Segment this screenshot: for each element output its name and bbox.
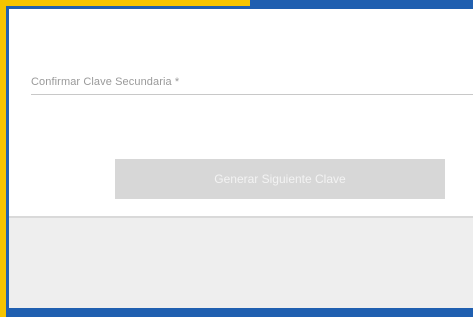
window-frame: Confirmar Clave Secundaria * Generar Sig… [0,0,473,317]
content-panel: Confirmar Clave Secundaria * Generar Sig… [9,9,473,308]
generate-next-key-button[interactable]: Generar Siguiente Clave [115,159,445,199]
footer-section [9,218,473,308]
frame-accent-left [0,0,6,317]
frame-accent-top [0,0,250,6]
confirm-secondary-key-input[interactable] [31,74,473,96]
form-section: Confirmar Clave Secundaria * Generar Sig… [9,9,473,216]
confirm-secondary-key-underline [31,94,473,95]
